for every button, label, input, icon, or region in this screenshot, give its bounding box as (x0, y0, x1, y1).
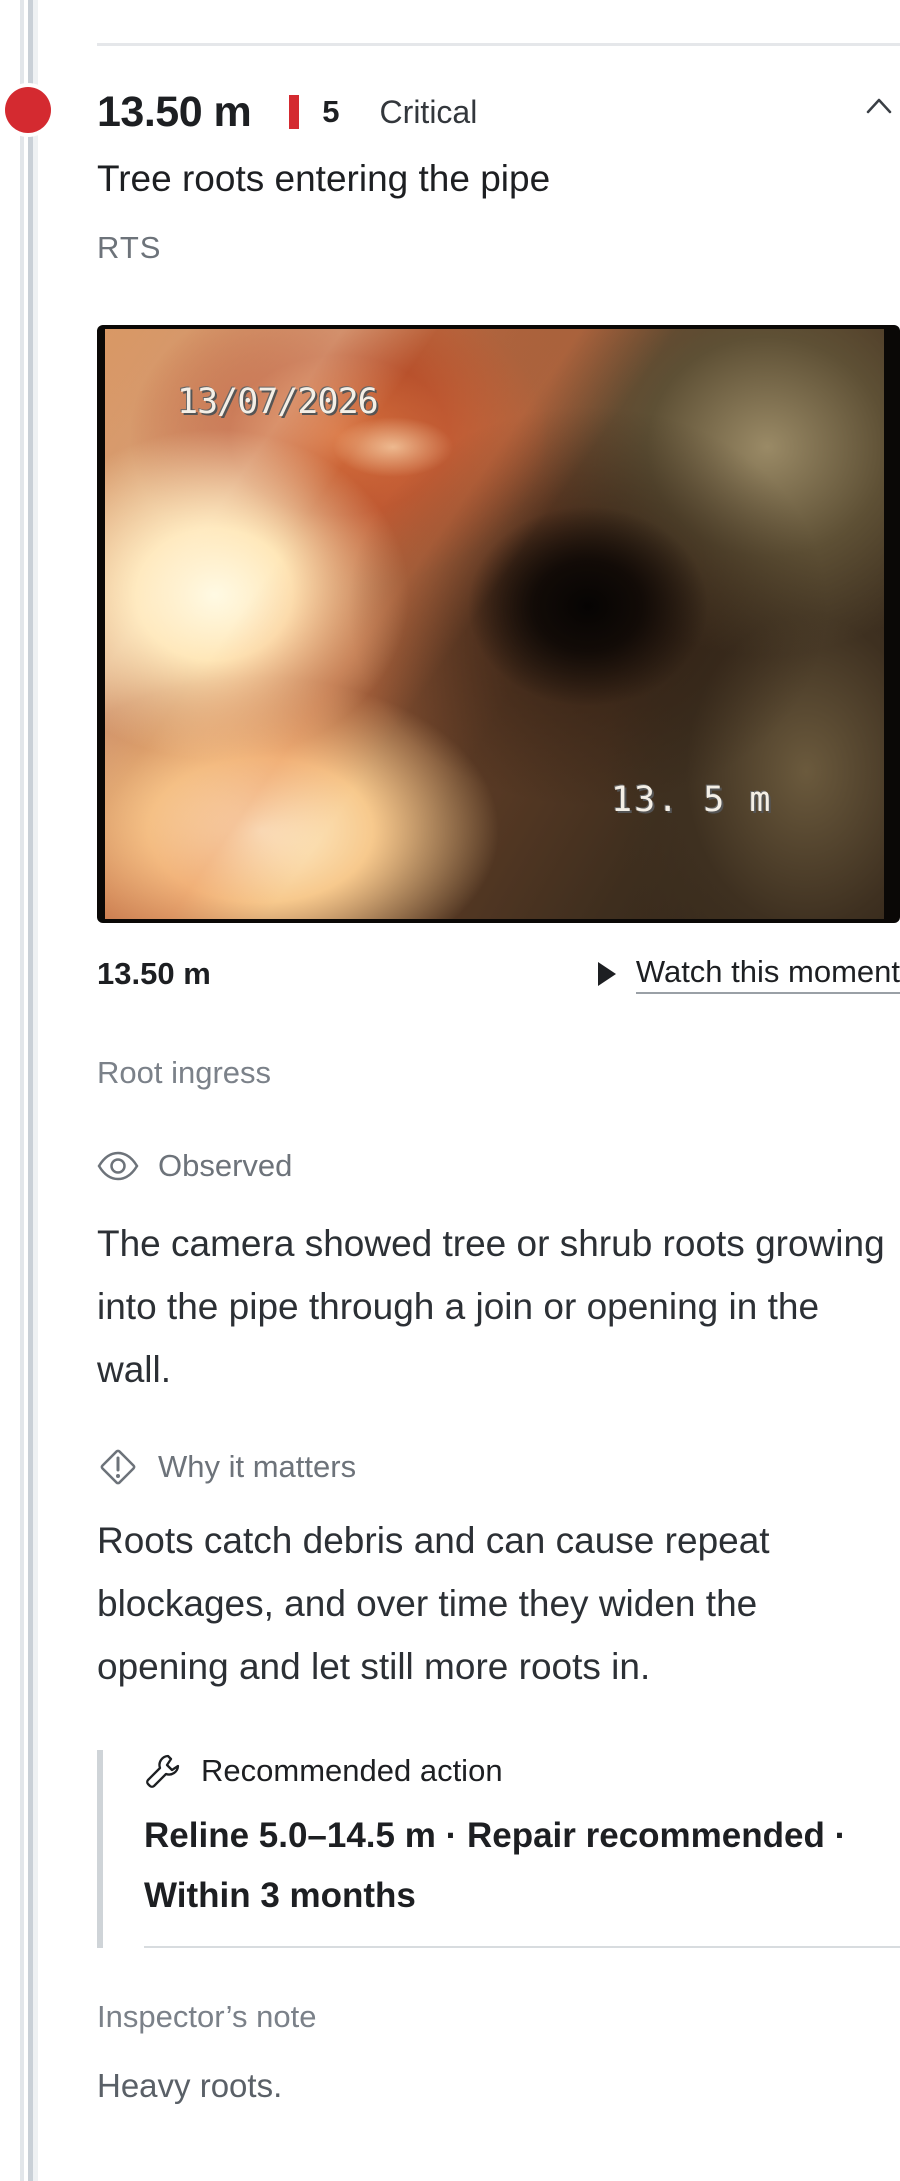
eye-icon (97, 1151, 139, 1181)
defect-distance: 13.50 m (97, 87, 252, 136)
why-text: Roots catch debris and can cause repeat … (97, 1520, 770, 1687)
observed-heading: Observed (97, 1148, 292, 1184)
inspector-note-label: Inspector’s note (97, 1999, 317, 2034)
watch-moment-link[interactable]: Watch this moment (597, 950, 900, 998)
frame-footer: 13.50 m Watch this moment (97, 950, 900, 1000)
defect-header: 13.50 m 5 Critical (97, 82, 477, 142)
chevron-up-icon (866, 98, 892, 114)
play-icon (597, 962, 616, 986)
recommended-action-box: Recommended action Reline 5.0–14.5 m · R… (97, 1750, 900, 1948)
observed-text: The camera showed tree or shrub roots gr… (97, 1223, 885, 1390)
defect-code: RTS (97, 230, 162, 265)
why-heading: Why it matters (97, 1446, 356, 1488)
severity-label: Critical (379, 93, 478, 130)
inspector-note-text: Heavy roots. (97, 2067, 283, 2104)
why-label: Why it matters (158, 1449, 357, 1484)
osd-date: 13/07/2026 (177, 382, 379, 422)
cctv-frame-image[interactable]: 13/07/2026 13. 5 m (97, 325, 900, 923)
wrench-icon (146, 1754, 180, 1788)
divider (144, 1946, 900, 1948)
action-text: Reline 5.0–14.5 m · Repair recommended ·… (144, 1816, 847, 1915)
divider (97, 43, 900, 46)
severity-timeline-dot (5, 87, 51, 133)
defect-title: Tree roots entering the pipe (97, 158, 551, 199)
frame-distance: 13.50 m (97, 956, 211, 991)
warning-diamond-icon (100, 1449, 136, 1485)
action-heading: Recommended action (144, 1752, 503, 1790)
osd-depth: 13. 5 m (611, 780, 773, 820)
timeline-line (20, 0, 38, 2181)
severity-bar-icon (289, 95, 300, 129)
defect-category: Root ingress (97, 1055, 272, 1090)
severity-number: 5 (322, 94, 340, 129)
action-label: Recommended action (201, 1753, 503, 1788)
collapse-button[interactable] (860, 88, 898, 124)
watch-label: Watch this moment (635, 954, 900, 994)
observed-label: Observed (158, 1148, 293, 1183)
